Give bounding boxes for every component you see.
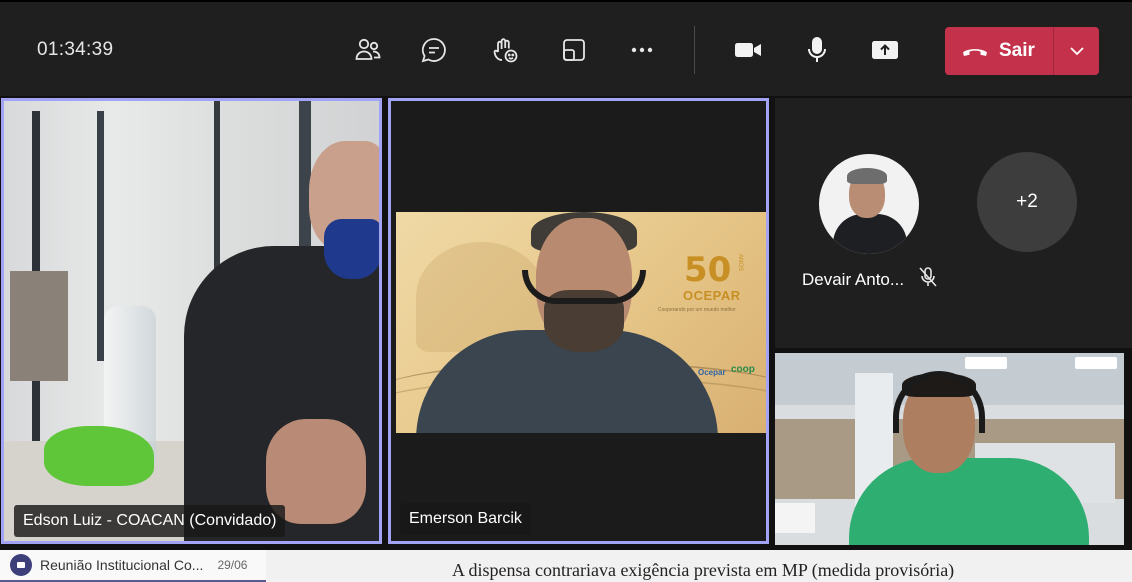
leave-label: Sair (999, 40, 1035, 61)
toolbar-divider (694, 26, 695, 74)
video-scene (97, 111, 104, 361)
more-participants-button[interactable]: +2 (977, 152, 1077, 252)
react-button[interactable] (487, 32, 523, 68)
video-scene (44, 426, 154, 486)
video-stage: Edson Luiz - COACAN (Convidado) 50 ANOS … (0, 96, 1132, 550)
background-logo-number: 50 (684, 250, 732, 290)
more-actions-button[interactable] (624, 32, 660, 68)
taskbar-item-date: 29/06 (217, 558, 248, 572)
taskbar-item-label: Reunião Institucional Co... (40, 557, 204, 573)
microphone-button[interactable] (799, 32, 835, 68)
video-scene (299, 101, 311, 251)
video-tile-emerson[interactable]: 50 ANOS OCEPAR Cooperando por um mundo m… (388, 98, 769, 544)
share-screen-button[interactable] (867, 32, 903, 68)
avatar[interactable] (819, 154, 919, 254)
chat-button[interactable] (416, 32, 452, 68)
leave-control: Sair (945, 27, 1099, 75)
rooms-icon (563, 39, 585, 61)
participant-name-label: Devair Anto... (802, 270, 905, 289)
background-logo-tagline: Cooperando por um mundo melhor (658, 307, 736, 313)
video-scene (10, 271, 68, 381)
mic-off-icon (919, 267, 937, 287)
hang-up-icon (963, 49, 987, 56)
video-scene (522, 270, 646, 304)
video-tile-participant[interactable] (775, 353, 1124, 545)
leave-options-dropdown[interactable] (1054, 27, 1099, 75)
video-tile-edson[interactable]: Edson Luiz - COACAN (Convidado) (1, 98, 382, 544)
raise-hand-icon (493, 38, 518, 63)
avatar-image (847, 168, 887, 184)
video-scene (775, 503, 815, 533)
leave-button[interactable]: Sair (945, 27, 1053, 75)
camera-icon (735, 43, 761, 57)
microphone-icon (808, 37, 826, 62)
video-scene (1075, 357, 1117, 369)
rooms-button[interactable] (556, 32, 592, 68)
avatar-image (833, 214, 907, 254)
video-scene (965, 357, 1007, 369)
more-participants-count: +2 (1016, 191, 1038, 212)
background-logo-name: OCEPAR (683, 288, 741, 303)
meeting-toolbar: 01:34:39 Sair (0, 0, 1132, 96)
virtual-background-frame: 50 ANOS OCEPAR Cooperando por um mundo m… (396, 212, 766, 433)
background-document-text: A dispensa contrariava exigência previst… (452, 560, 955, 580)
background-partner-logo: coop (731, 364, 755, 375)
video-scene (324, 219, 379, 279)
chevron-down-icon (1069, 47, 1084, 56)
participant-tile-devair[interactable]: +2 Devair Anto... (775, 98, 1132, 348)
camera-button[interactable] (730, 32, 766, 68)
participant-name-tag: Edson Luiz - COACAN (Convidado) (14, 505, 286, 537)
meeting-timer: 01:34:39 (37, 39, 114, 60)
share-icon (872, 41, 898, 59)
background-partner-logo: Ocepar (698, 368, 726, 377)
background-logo-suffix: ANOS (737, 254, 743, 272)
participant-name-tag: Emerson Barcik (400, 503, 531, 535)
video-scene (849, 458, 1089, 545)
chat-icon (421, 38, 446, 63)
teams-icon (10, 554, 32, 576)
participants-button[interactable] (350, 32, 386, 68)
taskbar: A dispensa contrariava exigência previst… (0, 550, 1132, 582)
taskbar-meeting-item[interactable]: Reunião Institucional Co... 29/06 (0, 550, 266, 582)
more-icon (631, 47, 653, 53)
people-icon (355, 38, 381, 60)
